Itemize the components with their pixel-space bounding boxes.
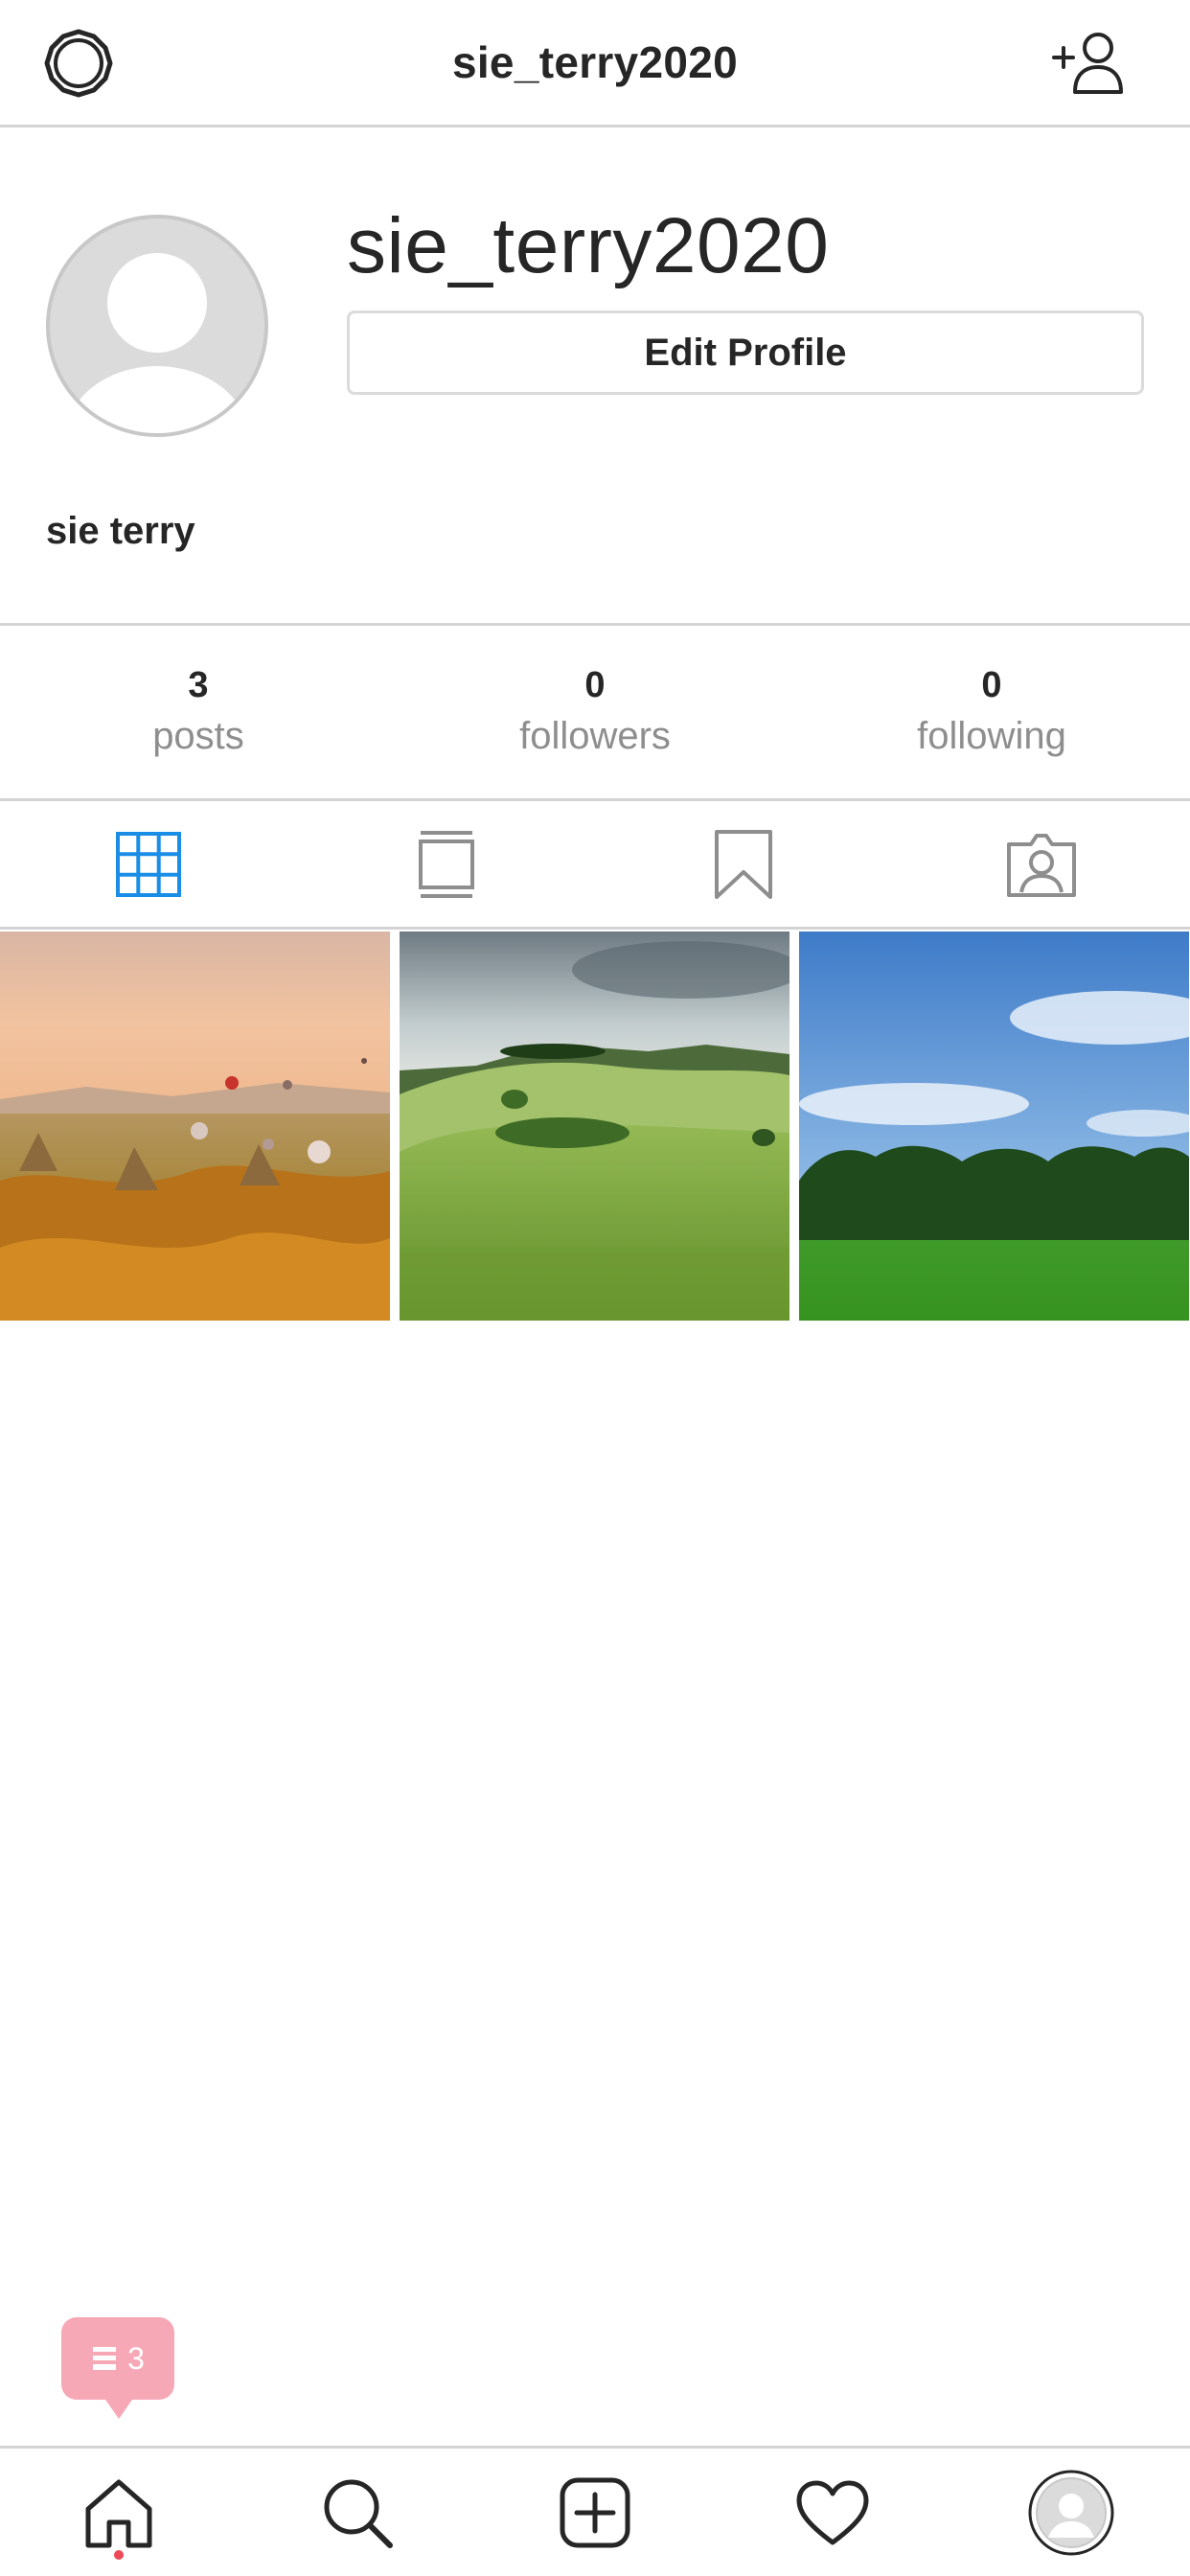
tab-saved[interactable] bbox=[595, 801, 893, 927]
stat-posts-label: posts bbox=[152, 715, 244, 757]
stat-following-label: following bbox=[917, 715, 1066, 757]
heart-icon bbox=[796, 2480, 869, 2544]
stat-followers[interactable]: 0 followers bbox=[397, 626, 793, 798]
profile-tabs bbox=[0, 801, 1190, 930]
comment-icon bbox=[93, 2347, 117, 2370]
nav-home[interactable] bbox=[0, 2449, 238, 2576]
tab-tagged[interactable] bbox=[893, 801, 1190, 927]
notification-dot bbox=[114, 2550, 125, 2560]
stat-followers-count: 0 bbox=[584, 665, 606, 705]
comment-notification-badge[interactable]: 3 bbox=[61, 2317, 174, 2419]
post-thumbnail-hills[interactable] bbox=[400, 932, 790, 1321]
profile-avatar-icon bbox=[1028, 2470, 1114, 2555]
home-icon bbox=[85, 2479, 152, 2547]
feed-list-icon bbox=[418, 830, 474, 898]
header-title: sie_terry2020 bbox=[451, 37, 739, 87]
settings-gear-icon[interactable] bbox=[44, 29, 113, 98]
add-post-icon bbox=[560, 2477, 630, 2547]
profile-avatar[interactable] bbox=[46, 215, 268, 437]
tab-grid[interactable] bbox=[0, 801, 298, 927]
nav-profile[interactable] bbox=[952, 2449, 1190, 2576]
nav-search[interactable] bbox=[238, 2449, 475, 2576]
stat-followers-label: followers bbox=[519, 715, 671, 757]
nav-activity[interactable] bbox=[714, 2449, 951, 2576]
post-thumbnail-balloons[interactable] bbox=[0, 932, 390, 1321]
bottom-navigation bbox=[0, 2446, 1190, 2576]
tagged-user-icon bbox=[1006, 833, 1076, 897]
stat-posts-count: 3 bbox=[188, 665, 209, 705]
stat-following[interactable]: 0 following bbox=[793, 626, 1190, 798]
profile-page: sie_terry2020 sie_terry2020 Edit Profile… bbox=[0, 0, 1190, 2576]
profile-username: sie_terry2020 bbox=[347, 202, 830, 289]
nav-add-post[interactable] bbox=[476, 2449, 714, 2576]
post-thumbnail-field[interactable] bbox=[799, 932, 1189, 1321]
default-avatar-icon bbox=[65, 253, 249, 433]
notification-count: 3 bbox=[127, 2340, 145, 2376]
top-header: sie_terry2020 bbox=[0, 0, 1190, 127]
bookmark-icon bbox=[715, 829, 773, 899]
add-user-icon[interactable] bbox=[1050, 31, 1125, 96]
tab-feed[interactable] bbox=[298, 801, 596, 927]
posts-grid bbox=[0, 932, 1190, 1321]
profile-stats: 3 posts 0 followers 0 following bbox=[0, 623, 1190, 801]
profile-display-name: sie terry bbox=[46, 510, 195, 552]
stat-posts[interactable]: 3 posts bbox=[0, 626, 397, 798]
grid-icon bbox=[116, 831, 182, 897]
search-icon bbox=[324, 2479, 393, 2548]
stat-following-count: 0 bbox=[981, 665, 1002, 705]
edit-profile-button[interactable]: Edit Profile bbox=[347, 310, 1144, 395]
